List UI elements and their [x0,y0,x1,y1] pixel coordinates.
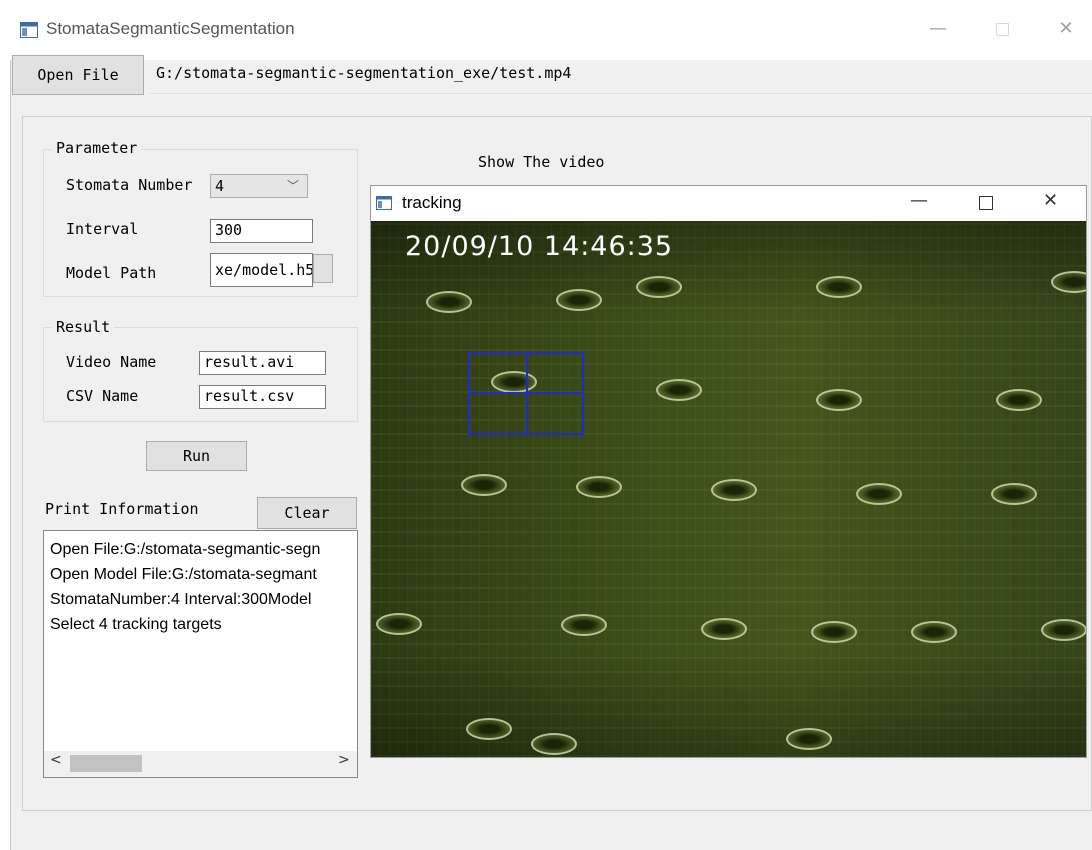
stoma [786,728,832,750]
stoma [531,733,577,755]
tracking-box[interactable] [468,392,528,435]
show-video-label: Show The video [478,153,605,171]
stoma [561,614,607,636]
stoma [856,483,902,505]
open-file-button[interactable]: Open File [12,55,144,95]
interval-label: Interval [66,220,139,238]
run-button[interactable]: Run [146,441,247,471]
video-name-input[interactable]: result.avi [199,351,326,375]
parameter-group-title: Parameter [52,139,142,157]
stoma [996,389,1042,411]
result-group-title: Result [52,318,115,336]
chevron-left-icon[interactable]: < [50,752,62,768]
tracking-box[interactable] [526,352,584,394]
model-path-input[interactable]: xe/model.h5 [210,253,313,287]
stoma [816,276,862,298]
video-name-label: Video Name [66,353,157,371]
csv-name-label: CSV Name [66,387,139,405]
tracking-box[interactable] [526,392,584,435]
tracking-box[interactable] [468,352,528,394]
log-line: Open Model File:G:/stomata-segmant [50,566,317,583]
minimize-icon: — [929,18,947,39]
tracking-window-title: tracking [402,193,462,212]
stoma [711,479,757,501]
stomata-number-value: 4 [215,177,225,195]
log-line: Select 4 tracking targets [50,616,222,633]
stoma [911,621,957,643]
chevron-right-icon[interactable]: > [338,752,350,768]
csv-name-input[interactable]: result.csv [199,385,326,409]
video-frame[interactable] [371,221,1086,757]
clear-button[interactable]: Clear [257,497,357,529]
video-timestamp: 20/09/10 14:46:35 [405,231,674,262]
stoma [461,474,507,496]
window-title: StomataSegmanticSegmentation [46,19,295,38]
stomata-number-select[interactable]: 4 ﹀ [210,174,308,198]
close-icon: ✕ [1058,18,1074,39]
stoma [1041,619,1086,641]
app-icon [20,22,38,38]
browse-model-button[interactable] [313,254,333,283]
model-path-label: Model Path [66,264,157,282]
minimize-button[interactable]: — [918,14,958,44]
stoma [701,618,747,640]
file-path-text: G:/stomata-segmantic-segmentation_exe/te… [156,64,572,82]
tracking-minimize-button[interactable]: — [910,190,928,211]
divider [150,93,1092,94]
minimize-icon: — [910,190,928,211]
log-line: Open File:G:/stomata-segmantic-segn [50,541,321,558]
stoma [426,291,472,313]
stoma [556,289,602,311]
tracking-window-icon [376,196,392,210]
stoma [466,718,512,740]
stoma [376,613,422,635]
stoma [576,476,622,498]
print-information-log[interactable]: Open File:G:/stomata-segmantic-segn Open… [43,530,358,778]
stoma [636,276,682,298]
interval-input[interactable]: 300 [210,219,313,243]
stoma [816,389,862,411]
stoma [811,621,857,643]
log-line: StomataNumber:4 Interval:300Model [50,591,312,608]
maximize-button[interactable] [982,14,1022,44]
stoma [991,483,1037,505]
close-button[interactable]: ✕ [1046,14,1086,44]
chevron-down-icon: ﹀ [286,179,299,193]
stoma [656,379,702,401]
stomata-number-label: Stomata Number [66,176,193,194]
tracking-close-button[interactable]: ✕ [1043,190,1058,211]
tracking-maximize-button[interactable] [979,196,993,210]
scrollbar-thumb[interactable] [70,755,142,772]
stoma [1051,271,1086,293]
print-information-label: Print Information [45,500,199,518]
close-icon: ✕ [1043,190,1059,211]
maximize-icon [995,22,1009,36]
